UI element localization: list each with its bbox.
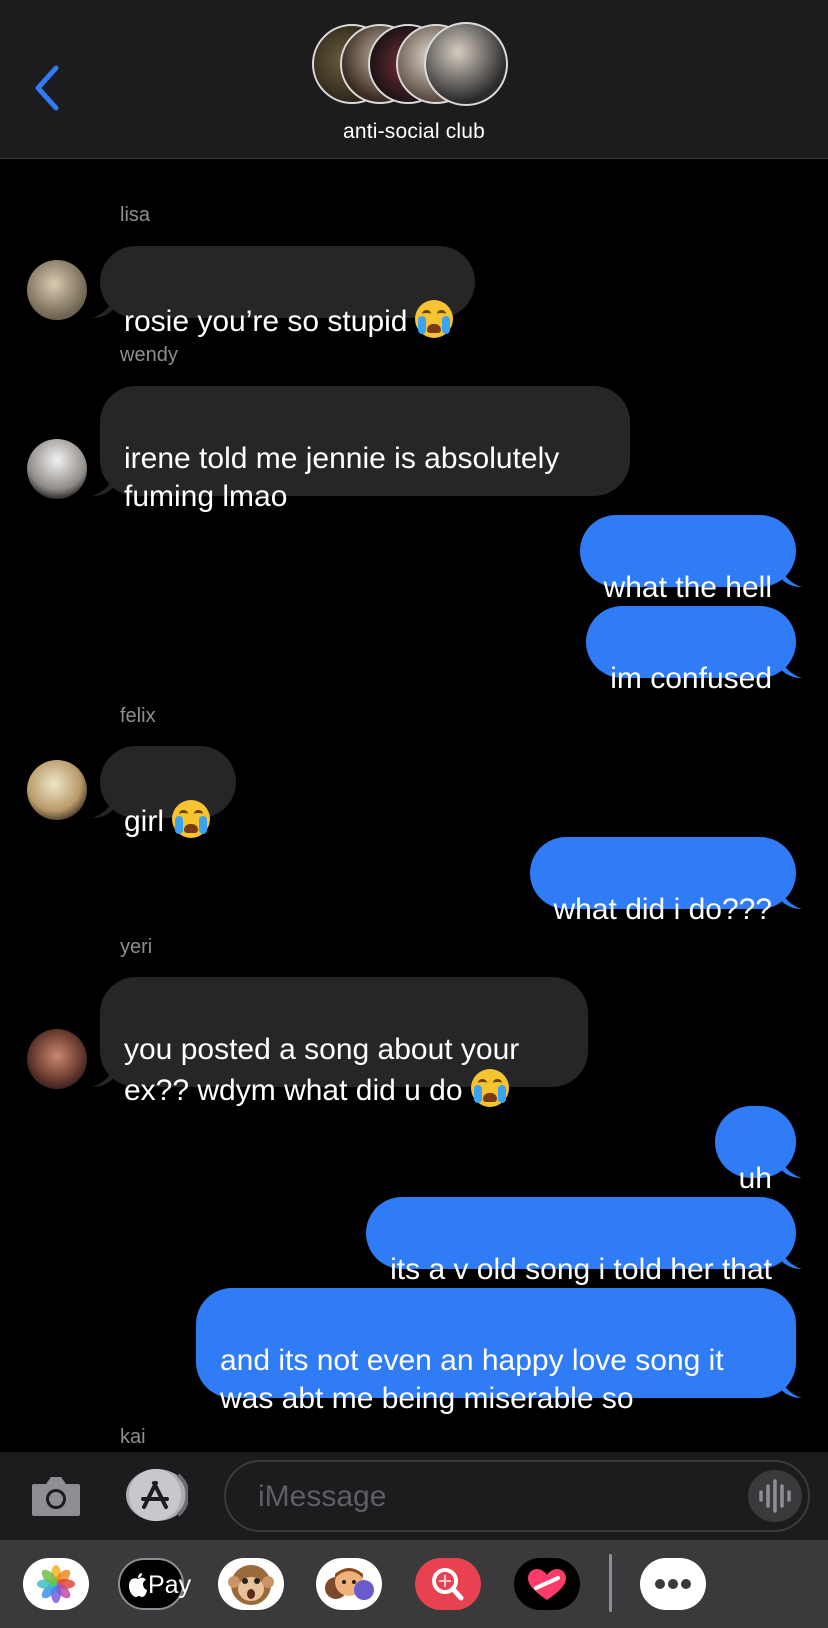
sender-name: lisa: [120, 204, 151, 226]
loudly-crying-face-icon: [470, 1069, 509, 1107]
bubble-tail: [92, 1067, 114, 1087]
message-bubble[interactable]: rosie you’re so stupid: [100, 246, 476, 338]
bubble-tail: [780, 1249, 802, 1269]
message-bubble[interactable]: what did i do???: [529, 837, 796, 926]
bubble-tail: [780, 1158, 802, 1178]
sender-name: wendy: [120, 344, 178, 366]
app-store-button[interactable]: [126, 1469, 190, 1521]
audio-message-button[interactable]: [748, 1470, 802, 1522]
app-drawer: Pay: [0, 1540, 828, 1628]
message-text: what the hell: [603, 571, 772, 604]
group-avatar-stack[interactable]: [312, 22, 516, 108]
group-title[interactable]: anti-social club: [0, 120, 828, 144]
photos-app[interactable]: [23, 1558, 89, 1610]
bubble-tail: [780, 567, 802, 587]
sender-name: felix: [120, 705, 156, 727]
message-bubble[interactable]: its a v old song i told her that: [366, 1197, 796, 1286]
images-search-icon: [432, 1568, 464, 1601]
images-search-app[interactable]: [415, 1558, 481, 1610]
apple-pay-app[interactable]: Pay: [118, 1558, 191, 1610]
message-bubble[interactable]: you posted a song about your ex?? wdym w…: [100, 977, 588, 1107]
photos-icon: [37, 1565, 75, 1603]
group-member-avatar: [424, 22, 508, 106]
conversation-header: anti-social club: [0, 0, 828, 159]
more-apps-button[interactable]: [640, 1558, 706, 1610]
message-text: irene told me jennie is absolutely fumin…: [124, 442, 560, 513]
message-text: and its not even an happy love song it w…: [220, 1344, 724, 1415]
bubble-tail: [92, 476, 114, 496]
apple-pay-icon: [129, 1573, 147, 1597]
back-button[interactable]: [30, 62, 64, 114]
digital-touch-app[interactable]: [514, 1558, 580, 1610]
bubble-tail: [92, 298, 114, 318]
loudly-crying-face-icon: [415, 300, 454, 338]
camera-button[interactable]: [30, 1472, 82, 1518]
avatar[interactable]: [27, 439, 87, 499]
bubble-tail: [92, 798, 114, 818]
message-bubble[interactable]: girl: [100, 746, 237, 838]
memoji-stickers-app[interactable]: [316, 1558, 382, 1610]
sender-name: yeri: [120, 936, 153, 958]
message-bubble[interactable]: irene told me jennie is absolutely fumin…: [100, 386, 630, 513]
drawer-separator: [609, 1554, 612, 1612]
avatar[interactable]: [27, 760, 87, 820]
memoji-stickers-icon: [325, 1568, 374, 1600]
imessage-field[interactable]: [224, 1460, 810, 1532]
animoji-app[interactable]: [218, 1558, 284, 1610]
audio-waveform-icon: [759, 1479, 791, 1513]
message-text: im confused: [610, 662, 772, 695]
apple-pay-label: Pay: [148, 1571, 192, 1599]
message-text: girl: [124, 805, 165, 838]
camera-icon: [32, 1477, 80, 1516]
message-input[interactable]: [256, 1476, 720, 1518]
sender-name: kai: [120, 1426, 146, 1448]
more-apps-icon: [655, 1579, 691, 1589]
message-bubble[interactable]: im confused: [586, 606, 796, 695]
message-bubble[interactable]: and its not even an happy love song it w…: [196, 1288, 796, 1415]
bubble-tail: [780, 1378, 802, 1398]
message-text: rosie you’re so stupid: [124, 305, 408, 338]
loudly-crying-face-icon: [172, 800, 211, 838]
app-store-icon: [129, 1469, 190, 1521]
chevron-left-icon: [35, 65, 59, 111]
message-text: uh: [738, 1162, 772, 1195]
message-bubble[interactable]: what the hell: [579, 515, 796, 604]
message-text: what did i do???: [553, 893, 773, 926]
avatar[interactable]: [27, 1029, 87, 1089]
message-text: its a v old song i told her that: [390, 1253, 772, 1286]
digital-touch-icon: [528, 1569, 566, 1600]
bubble-tail: [780, 658, 802, 678]
avatar[interactable]: [27, 260, 87, 320]
message-text: you posted a song about your ex?? wdym w…: [124, 1033, 520, 1107]
bubble-tail: [780, 889, 802, 909]
message-input-bar: [0, 1452, 828, 1540]
animoji-icon: [228, 1565, 274, 1605]
